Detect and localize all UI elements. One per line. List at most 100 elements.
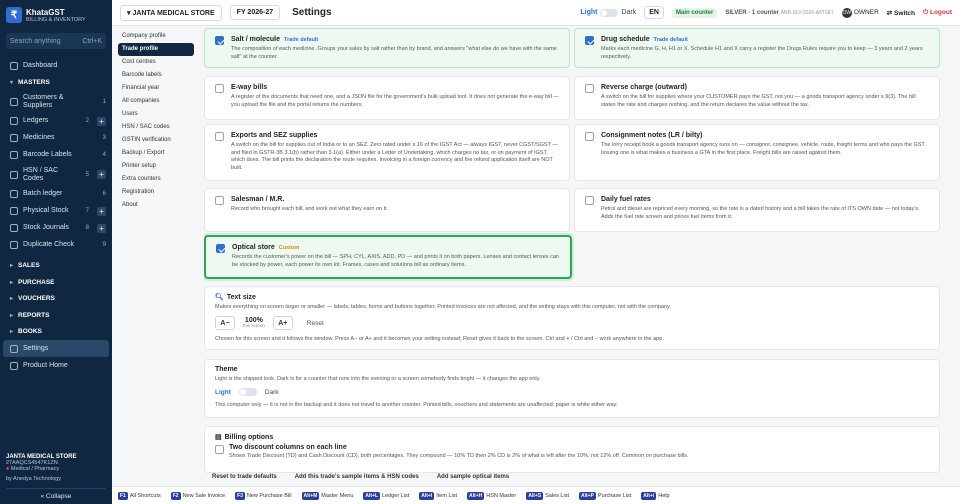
switch-icon: ⇄	[886, 9, 893, 17]
settings-nav: Company profile Trade profile Cost centr…	[118, 30, 194, 212]
chevron-right-icon: ▸	[10, 312, 14, 319]
shortcut-help[interactable]: Alt+/Help	[641, 491, 670, 500]
counter-badge: Main counter	[671, 7, 718, 18]
logout-icon: ⏻	[923, 8, 929, 16]
switch-button[interactable]: ⇄ Switch	[887, 9, 915, 17]
plan-badge: SILVER · 1 counter ANB-SLV-2026-A8T6E7	[725, 9, 834, 16]
drug-schedule-checkbox[interactable]	[585, 36, 594, 45]
sidebar-item-duplicate-check[interactable]: Duplicate Check 9	[0, 237, 112, 254]
settings-tab-trade-profile[interactable]: Trade profile	[118, 43, 194, 56]
add-sample-items-button[interactable]: Add this trade's sample items & HSN code…	[295, 474, 419, 480]
fy-selector[interactable]: FY 2026-27	[229, 5, 281, 20]
section-books[interactable]: ▸ BOOKS	[0, 324, 112, 341]
text-size-reset-button[interactable]: Reset	[307, 320, 324, 327]
eway-bills-checkbox[interactable]	[215, 84, 224, 93]
shortcut-hsn-master[interactable]: Alt+H HSN Master	[467, 491, 516, 500]
section-purchase[interactable]: ▸ PURCHASE	[0, 274, 112, 291]
settings-tab-company-profile[interactable]: Company profile	[118, 30, 194, 43]
settings-tab-gstin-verification[interactable]: GSTIN verification	[118, 134, 194, 147]
section-reports[interactable]: ▸ REPORTS	[0, 307, 112, 324]
sidebar-footer: JANTA MEDICAL STORE 27AAQCS4547K1ZN ● Me…	[0, 450, 112, 504]
settings-tab-extra-counters[interactable]: Extra counters	[118, 173, 194, 186]
section-masters[interactable]: ▾ MASTERS	[0, 74, 112, 91]
feature-card-salesman[interactable]: Salesman / M.R. Record who brought each …	[204, 188, 570, 232]
text-larger-button[interactable]: A+	[272, 316, 293, 330]
sidebar-item-customers-suppliers[interactable]: Customers & Suppliers 1	[0, 91, 112, 113]
sidebar-item-ledgers[interactable]: Ledgers 2 +	[0, 113, 112, 130]
shortcut-sales-list[interactable]: Alt+S Sales List	[526, 491, 569, 500]
shortcut-purchase-list[interactable]: Alt+P Purchase List	[578, 491, 631, 500]
sidebar-item-stock-journals[interactable]: Stock Journals 8 +	[0, 220, 112, 237]
feature-card-daily-fuel-rates[interactable]: Daily fuel rates Petrol and diesel are r…	[574, 188, 940, 232]
feature-card-salt-molecule[interactable]: Salt / molecule Trade default The composi…	[204, 28, 570, 68]
logout-button[interactable]: ⏻ Logout	[923, 9, 952, 17]
two-discount-option[interactable]: Two discount columns on each line Shows …	[215, 444, 929, 459]
batch-icon	[10, 190, 18, 198]
settings-tab-all-companies[interactable]: All companies	[118, 95, 194, 108]
shortcut-new-purchase[interactable]: F3 New Purchase Bill	[235, 491, 292, 500]
exports-sez-checkbox[interactable]	[215, 132, 224, 141]
pill-icon	[10, 134, 18, 142]
theme-toggle[interactable]: Light Dark	[580, 8, 636, 17]
shortcut-new-sale[interactable]: F2 New Sale Invoice	[170, 491, 225, 500]
settings-tab-financial-year[interactable]: Financial year	[118, 82, 194, 95]
sidebar-item-batch-ledger[interactable]: Batch ledger 6	[0, 186, 112, 203]
sidebar-item-product-home[interactable]: Product Home	[0, 357, 112, 374]
sidebar-item-settings[interactable]: Settings	[3, 340, 109, 357]
chevron-right-icon: ▸	[10, 296, 14, 303]
toggle-track	[600, 8, 619, 17]
feature-card-reverse-charge[interactable]: Reverse charge (outward) A switch on the…	[574, 76, 940, 120]
sidebar-item-medicines[interactable]: Medicines 3	[0, 130, 112, 147]
settings-tab-registration[interactable]: Registration	[118, 186, 194, 199]
settings-tab-backup-export[interactable]: Backup / Export	[118, 147, 194, 160]
daily-fuel-rates-checkbox[interactable]	[585, 196, 594, 205]
language-selector[interactable]: EN	[644, 6, 664, 19]
add-physical-stock-button[interactable]: +	[97, 206, 106, 216]
feature-card-consignment-notes[interactable]: Consignment notes (LR / bilty) The lorry…	[574, 124, 940, 181]
feature-card-exports-sez[interactable]: Exports and SEZ supplies A switch on the…	[204, 124, 570, 181]
settings-content: Salt / molecule Trade default The composi…	[204, 28, 944, 478]
settings-tab-hsn-sac[interactable]: HSN / SAC codes	[118, 121, 194, 134]
reset-trade-defaults-button[interactable]: Reset to trade defaults	[212, 474, 277, 480]
add-ledger-button[interactable]: +	[97, 116, 106, 126]
two-discount-checkbox[interactable]	[215, 445, 224, 454]
feature-card-eway-bills[interactable]: E-way bills A register of the documents …	[204, 76, 570, 120]
company-selector[interactable]: ▾ JANTA MEDICAL STORE	[120, 4, 222, 21]
billing-options-panel: ▤ Billing options Two discount columns on…	[204, 426, 940, 473]
vendor-credit: by Anedya Technology	[6, 476, 61, 482]
reverse-charge-checkbox[interactable]	[585, 84, 594, 93]
section-sales[interactable]: ▸ SALES	[0, 258, 112, 275]
duplicate-icon	[10, 241, 18, 249]
add-hsn-button[interactable]: +	[97, 170, 106, 179]
collapse-button[interactable]: « Collapse	[6, 488, 106, 500]
settings-tab-about[interactable]: About	[118, 199, 194, 212]
salt-molecule-checkbox[interactable]	[215, 36, 224, 45]
shortcut-item-list[interactable]: Alt+I Item List	[419, 491, 457, 500]
add-optical-items-button[interactable]: Add sample optical items	[437, 474, 509, 480]
shortcut-all[interactable]: F1 All Shortcuts	[118, 491, 161, 500]
text-smaller-button[interactable]: A−	[215, 316, 235, 330]
settings-tab-printer-setup[interactable]: Printer setup	[118, 160, 194, 173]
box-icon	[10, 207, 18, 215]
shortcut-ledger-list[interactable]: Alt+L Ledger List	[363, 491, 409, 500]
sidebar-item-hsn-sac[interactable]: HSN / SAC Codes 5 +	[0, 164, 112, 186]
settings-tab-users[interactable]: Users	[118, 108, 194, 121]
settings-tab-barcode-labels[interactable]: Barcode labels	[118, 69, 194, 82]
sidebar-item-barcode-labels[interactable]: Barcode Labels 4	[0, 147, 112, 164]
sidebar-item-dashboard[interactable]: Dashboard	[0, 57, 112, 74]
optical-store-checkbox[interactable]	[216, 244, 225, 253]
settings-tab-cost-centres[interactable]: Cost centres	[118, 56, 194, 69]
consignment-notes-checkbox[interactable]	[585, 132, 594, 141]
search-input[interactable]: Search anything Ctrl+K	[6, 33, 106, 49]
shortcut-master-menu[interactable]: Alt+M Master Menu	[301, 491, 353, 500]
feature-card-optical-store[interactable]: Optical store Custom Records the customer…	[204, 235, 572, 279]
billing-icon: ▤	[215, 434, 222, 441]
theme-switch[interactable]: Light Dark	[215, 388, 929, 396]
toggle-track	[238, 388, 257, 396]
add-stock-journal-button[interactable]: +	[97, 223, 106, 233]
sidebar-item-physical-stock[interactable]: Physical Stock 7 +	[0, 203, 112, 220]
section-vouchers[interactable]: ▸ VOUCHERS	[0, 291, 112, 308]
feature-card-drug-schedule[interactable]: Drug schedule Trade default Marks each me…	[574, 28, 940, 68]
salesman-checkbox[interactable]	[215, 196, 224, 205]
user-menu[interactable]: OW OWNER	[841, 7, 879, 18]
